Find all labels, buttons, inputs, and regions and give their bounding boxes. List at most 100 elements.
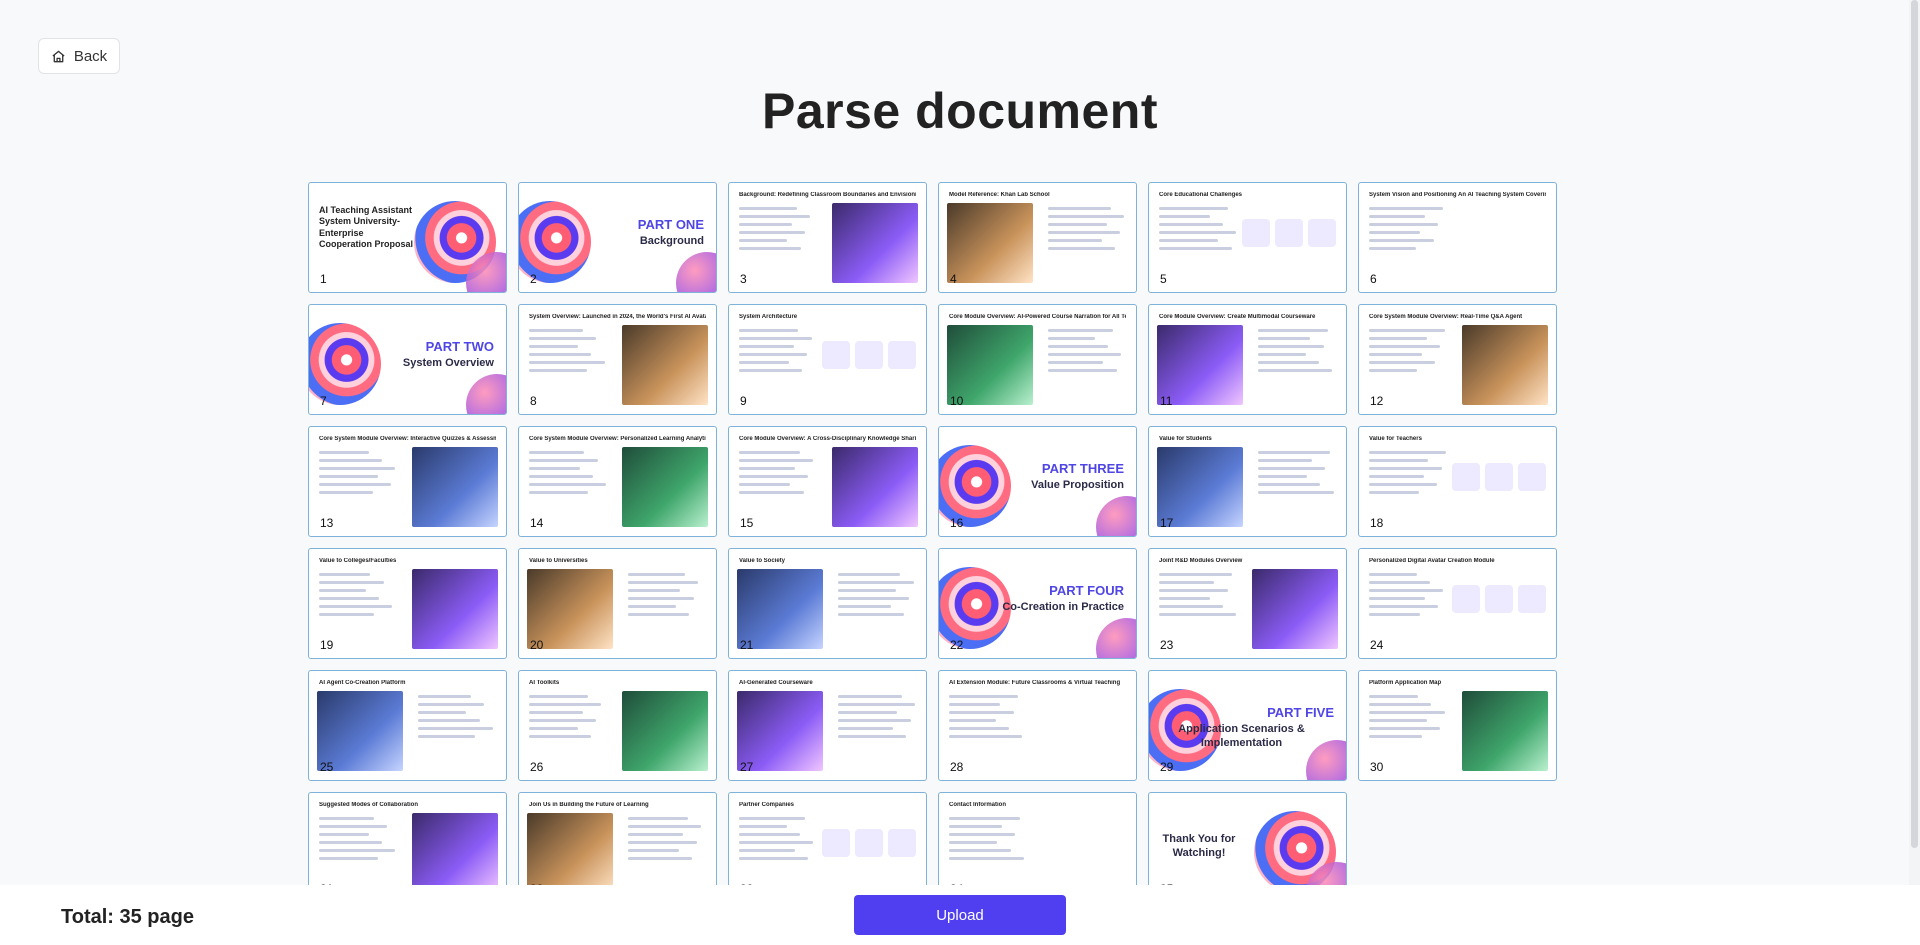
slide-number: 15	[740, 516, 754, 530]
slide-number: 2	[530, 272, 537, 286]
slide-number: 9	[740, 394, 747, 408]
slide-image	[1157, 447, 1243, 527]
slide-text-lines	[628, 817, 706, 865]
slide-thumbnail[interactable]: PART ONE Background 2	[518, 182, 717, 293]
slide-image	[622, 325, 708, 405]
slide-image	[412, 447, 498, 527]
back-button[interactable]: Back	[38, 38, 120, 74]
slide-title: System Architecture	[739, 314, 798, 320]
slide-number: 8	[530, 394, 537, 408]
slide-thumbnail[interactable]: Value to Society 21	[728, 548, 927, 659]
slide-thumbnail[interactable]: Suggested Modes of Collaboration 31	[308, 792, 507, 885]
slide-thumbnail[interactable]: Value for Students 17	[1148, 426, 1347, 537]
slide-number: 20	[530, 638, 544, 652]
slide-thumbnail[interactable]: Personalized Digital Avatar Creation Mod…	[1358, 548, 1557, 659]
slide-part-subtitle: System Overview	[402, 357, 494, 369]
slide-thumbnail[interactable]: Core Educational Challenges 5	[1148, 182, 1347, 293]
slide-thumbnail[interactable]: PART THREE Value Proposition 16	[938, 426, 1137, 537]
slide-number: 12	[1370, 394, 1384, 408]
slide-number: 26	[530, 760, 544, 774]
swirl-graphic	[939, 445, 1011, 527]
slide-text-lines	[628, 573, 706, 621]
slide-thumbnail[interactable]: Thank You for Watching! 35	[1148, 792, 1347, 885]
swirl-graphic	[309, 323, 381, 405]
swirl-graphic	[939, 567, 1011, 649]
slide-thumbnail[interactable]: Join Us in Building the Future of Learni…	[518, 792, 717, 885]
slide-thumbnail[interactable]: Core System Module Overview: Personalize…	[518, 426, 717, 537]
slide-thumbnail[interactable]: System Architecture 9	[728, 304, 927, 415]
slide-thumbnail[interactable]: Contact Information 34	[938, 792, 1137, 885]
slide-thumbnail[interactable]: Core System Module Overview: Real-Time Q…	[1358, 304, 1557, 415]
slide-number: 7	[320, 394, 327, 408]
slide-image	[412, 569, 498, 649]
slide-thumbnail[interactable]: AI Toolkits 26	[518, 670, 717, 781]
slide-number: 22	[950, 638, 964, 652]
slide-part-subtitle-wrap: System Overview	[403, 357, 494, 371]
slide-number: 5	[1160, 272, 1167, 286]
slide-title: Core Module Overview: Create Multimodal …	[1159, 314, 1316, 320]
slide-thumbnail[interactable]: PART TWO System Overview 7	[308, 304, 507, 415]
slide-number: 11	[1160, 394, 1173, 408]
slide-title: Value for Teachers	[1369, 436, 1422, 442]
slide-number: 35	[1160, 882, 1173, 885]
slide-thumbnail[interactable]: Core System Module Overview: Interactive…	[308, 426, 507, 537]
slide-thumbnail[interactable]: Value to Universities 20	[518, 548, 717, 659]
slide-thumbnail[interactable]: Partner Companies 33	[728, 792, 927, 885]
slide-number: 1	[320, 272, 327, 286]
slide-number: 29	[1160, 760, 1174, 774]
slide-thumbnail[interactable]: Background: Redefining Classroom Boundar…	[728, 182, 927, 293]
slide-thumbnail[interactable]: AI-Generated Courseware 27	[728, 670, 927, 781]
slide-thumbnail-list[interactable]: AI Teaching Assistant System University-…	[0, 180, 1920, 885]
slide-text-lines	[838, 573, 916, 621]
slide-title: Core System Module Overview: Real-Time Q…	[1369, 314, 1523, 320]
slide-part-title: PART THREE	[1041, 461, 1124, 476]
slide-title: Contact Information	[949, 802, 1006, 808]
slide-thumbnail[interactable]: Value to Colleges/Faculties 19	[308, 548, 507, 659]
slide-part-subtitle: Background	[639, 235, 704, 247]
slide-title: Value to Colleges/Faculties	[319, 558, 397, 564]
slide-number: 21	[740, 638, 754, 652]
slide-part-subtitle-wrap: Value Proposition	[1031, 479, 1124, 493]
slide-thumbnail[interactable]: Core Module Overview: AI-Powered Course …	[938, 304, 1137, 415]
slide-image	[737, 569, 823, 649]
slide-number: 27	[740, 760, 754, 774]
slide-image	[832, 203, 918, 283]
slide-number: 3	[740, 272, 747, 286]
slide-thumbnail[interactable]: Core Module Overview: Create Multimodal …	[1148, 304, 1347, 415]
upload-button[interactable]: Upload	[854, 895, 1066, 935]
slide-thumbnail[interactable]: System Vision and Positioning An AI Teac…	[1358, 182, 1557, 293]
slide-thumbnail[interactable]: PART FOUR Co-Creation in Practice 22	[938, 548, 1137, 659]
slide-image	[527, 569, 613, 649]
slide-title: Value to Universities	[529, 558, 588, 564]
slide-thumbnail[interactable]: Model Reference: Khan Lab School 4	[938, 182, 1137, 293]
slide-part-title: PART ONE	[637, 217, 704, 232]
slide-title: Background: Redefining Classroom Boundar…	[739, 192, 916, 198]
slide-number: 13	[320, 516, 334, 530]
slide-title: System Vision and Positioning An AI Teac…	[1369, 192, 1546, 198]
slide-text-lines	[529, 695, 607, 743]
slide-thumbnail[interactable]: AI Teaching Assistant System University-…	[308, 182, 507, 293]
slide-text-lines	[949, 817, 1027, 865]
slide-thumbnail[interactable]: System Overview: Launched in 2024, the W…	[518, 304, 717, 415]
slide-text-lines	[739, 329, 817, 377]
slide-thumbnail[interactable]: AI Agent Co-Creation Platform 25	[308, 670, 507, 781]
slide-part-subtitle-wrap: Application Scenarios & Implementation	[1149, 723, 1334, 751]
slide-title: AI Extension Module: Future Classrooms &…	[949, 680, 1121, 686]
slide-thumbnail[interactable]: PART FIVE Application Scenarios & Impleme…	[1148, 670, 1347, 781]
slide-thumbnail[interactable]: Joint R&D Modules Overview 23	[1148, 548, 1347, 659]
slide-text-lines	[1369, 695, 1447, 743]
slide-number: 4	[950, 272, 957, 286]
slide-thumbnail[interactable]: AI Extension Module: Future Classrooms &…	[938, 670, 1137, 781]
slide-thumbnail[interactable]: Core Module Overview: A Cross-Disciplina…	[728, 426, 927, 537]
scrollbar[interactable]	[1909, 0, 1920, 885]
slide-title: Value for Students	[1159, 436, 1212, 442]
slide-title: Personalized Digital Avatar Creation Mod…	[1369, 558, 1495, 564]
total-pages-label: Total: 35 page	[61, 906, 194, 928]
scrollbar-thumb[interactable]	[1911, 0, 1918, 848]
slide-thumbnail[interactable]: Value for Teachers 18	[1358, 426, 1557, 537]
slide-number: 30	[1370, 760, 1384, 774]
slide-thumbnail[interactable]: Platform Application Map 30	[1358, 670, 1557, 781]
slide-image	[947, 203, 1033, 283]
slide-image	[947, 325, 1033, 405]
slide-part-subtitle-wrap: Background	[640, 235, 704, 249]
